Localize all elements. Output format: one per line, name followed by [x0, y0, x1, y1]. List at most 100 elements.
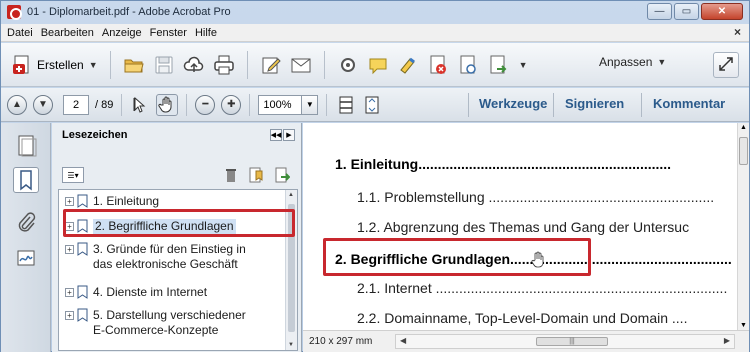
document-horizontal-scrollbar[interactable]: ◀ ||| ▶ [395, 334, 735, 349]
bookmark-label: 1. Einleitung [93, 194, 160, 208]
title-bar: 01 - Diplomarbeit.pdf - Adobe Acrobat Pr… [1, 1, 749, 23]
create-label: Erstellen [37, 57, 84, 72]
scroll-left-icon[interactable]: ◀ [400, 336, 406, 345]
toc-entry[interactable]: 1.2. Abgrenzung des Themas und Gang der … [357, 219, 689, 235]
toc-entry[interactable]: 1. Einleitung...........................… [335, 156, 671, 172]
expand-toggle-icon[interactable]: + [65, 197, 74, 206]
zoom-input[interactable]: 100% [258, 94, 303, 115]
maximize-button[interactable]: ▭ [674, 3, 699, 20]
page-thumbnails-icon[interactable] [13, 133, 39, 159]
comment-button[interactable] [363, 50, 393, 80]
new-bookmark-icon[interactable] [248, 167, 264, 186]
expand-button[interactable] [713, 52, 739, 78]
delete-bookmark-icon[interactable] [224, 167, 238, 186]
bookmark-options-button[interactable]: ☰▾ [62, 167, 84, 183]
acrobat-app-icon[interactable] [7, 5, 22, 20]
minus-icon: ━ [202, 99, 209, 110]
zoom-dropdown-button[interactable]: ▼ [302, 94, 319, 115]
email-button[interactable] [286, 50, 316, 80]
scroll-down-icon[interactable]: ▼ [740, 322, 747, 329]
menu-window[interactable]: Fenster [146, 27, 191, 39]
document-view[interactable]: 1. Einleitung...........................… [303, 123, 749, 352]
scroll-right-icon[interactable]: ▶ [724, 336, 730, 345]
scroll-up-icon[interactable]: ▲ [740, 124, 747, 131]
signatures-icon[interactable] [13, 245, 39, 271]
toc-entry[interactable]: 2.2. Domainname, Top-Level-Domain und Do… [357, 310, 687, 326]
list-options-icon: ☰▾ [67, 170, 79, 180]
print-icon [213, 54, 235, 76]
expand-toggle-icon[interactable]: + [65, 311, 74, 320]
status-bar: 210 x 297 mm ◀ ||| ▶ [303, 330, 749, 352]
navigation-pane-rail [1, 123, 51, 352]
tab-separator [468, 93, 469, 117]
scrollbar-thumb[interactable] [739, 137, 748, 165]
menu-view[interactable]: Anzeige [98, 27, 146, 39]
fit-page-icon[interactable] [361, 94, 383, 116]
minimize-button[interactable]: — [647, 3, 672, 20]
print-button[interactable] [209, 50, 239, 80]
highlight-button[interactable] [393, 50, 423, 80]
page-layout-icon[interactable] [335, 94, 357, 116]
next-page-button[interactable]: ▼ [33, 94, 53, 115]
open-button[interactable] [119, 50, 149, 80]
bookmark-label: 5. Darstellung verschiedener E-Commerce-… [93, 308, 246, 338]
toolbar-separator [323, 50, 325, 79]
bookmark-tool-icons [224, 167, 291, 186]
chevron-down-icon: ▼ [88, 59, 98, 70]
bookmark-flag-icon [77, 242, 88, 256]
save-button[interactable] [149, 50, 179, 80]
toc-entry[interactable]: 2.1. Internet ..........................… [357, 280, 727, 296]
cloud-upload-button[interactable] [179, 50, 209, 80]
customize-label: Anpassen [599, 55, 653, 69]
expand-panel-icon[interactable]: ▶ [283, 129, 295, 141]
pdf-export-icon [427, 54, 449, 76]
save-icon [153, 54, 175, 76]
toc-entry[interactable]: 1.1. Problemstellung ...................… [357, 189, 714, 205]
bookmark-item-4[interactable]: + 4. Dienste im Internet [65, 285, 207, 300]
create-button[interactable]: Erstellen ▼ [7, 50, 102, 80]
more-tools-chevron-icon[interactable]: ▼ [519, 60, 528, 70]
zoom-out-button[interactable]: ━ [195, 94, 216, 115]
bookmarks-icon[interactable] [13, 167, 39, 193]
expand-toggle-icon[interactable]: + [65, 245, 74, 254]
settings-button[interactable] [333, 50, 363, 80]
toolbar-separator [326, 93, 328, 116]
pdf-share-button[interactable] [453, 50, 483, 80]
document-vertical-scrollbar[interactable]: ▲ ▼ [737, 123, 749, 330]
menu-help[interactable]: Hilfe [191, 27, 221, 39]
scroll-up-icon[interactable]: ▲ [288, 192, 294, 198]
acrobat-window: 01 - Diplomarbeit.pdf - Adobe Acrobat Pr… [0, 0, 750, 352]
toolbar-separator [246, 50, 248, 79]
hand-tool-icon[interactable] [156, 93, 179, 116]
pdf-combine-button[interactable] [483, 50, 513, 80]
select-tool-icon[interactable] [130, 94, 152, 116]
tab-sign[interactable]: Signieren [565, 96, 624, 111]
edit-document-button[interactable] [256, 50, 286, 80]
page-number-input[interactable]: 2 [63, 94, 89, 115]
pdf-export-button[interactable] [423, 50, 453, 80]
bookmark-item-1[interactable]: + 1. Einleitung [65, 194, 159, 209]
menu-bar: Datei Bearbeiten Anzeige Fenster Hilfe × [1, 24, 749, 42]
customize-button[interactable]: Anpassen ▼ [599, 55, 666, 69]
collapse-panel-icon[interactable]: ◀◀ [270, 129, 282, 141]
menu-file[interactable]: Datei [3, 27, 37, 39]
bookmark-flag-icon [77, 308, 88, 322]
scrollbar-thumb[interactable]: ||| [536, 337, 608, 346]
bookmarks-panel: Lesezeichen ◀◀ ▶ ☰▾ + 1. Einleitung + 2.… [52, 123, 302, 352]
bookmark-item-3[interactable]: + 3. Gründe für den Einstieg in das elek… [65, 242, 246, 272]
attachments-icon[interactable] [13, 209, 39, 235]
tab-comment[interactable]: Kommentar [653, 96, 725, 111]
expand-bookmark-icon[interactable] [274, 167, 291, 186]
bookmark-item-5[interactable]: + 5. Darstellung verschiedener E-Commerc… [65, 308, 246, 338]
close-button[interactable]: ✕ [701, 3, 743, 20]
previous-page-button[interactable]: ▲ [7, 94, 27, 115]
expand-toggle-icon[interactable]: + [65, 288, 74, 297]
document-close-button[interactable]: × [734, 25, 741, 39]
tab-tools[interactable]: Werkzeuge [479, 96, 547, 111]
zoom-in-button[interactable]: ✚ [221, 94, 242, 115]
navigation-toolbar: ▲ ▼ 2 / 89 ━ ✚ 100% ▼ Werkzeuge Signiere… [1, 88, 749, 122]
arrow-down-icon: ▼ [38, 99, 48, 110]
menu-edit[interactable]: Bearbeiten [37, 27, 98, 39]
toolbar-separator [186, 93, 188, 116]
scroll-down-icon[interactable]: ▼ [288, 342, 294, 348]
